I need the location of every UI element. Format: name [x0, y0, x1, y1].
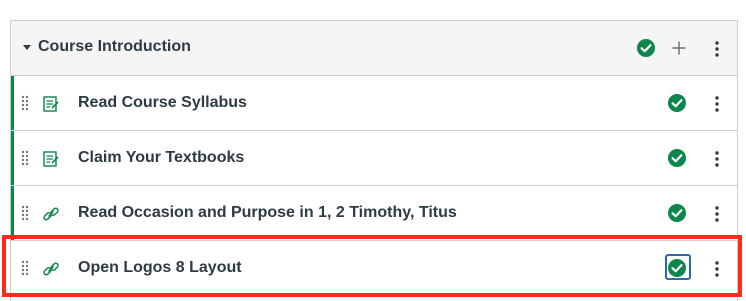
link-icon — [43, 262, 59, 276]
item-title[interactable]: Claim Your Textbooks — [78, 149, 244, 167]
published-check-icon[interactable] — [668, 204, 686, 222]
published-indicator-bar — [11, 76, 14, 130]
published-check-icon[interactable] — [637, 39, 655, 57]
drag-handle-icon[interactable] — [21, 260, 29, 276]
published-indicator-bar — [11, 186, 14, 240]
plus-icon[interactable] — [670, 39, 688, 57]
kebab-menu-icon[interactable] — [714, 206, 720, 222]
module-item[interactable]: Read Course Syllabus — [11, 76, 737, 131]
kebab-menu-icon[interactable] — [714, 151, 720, 167]
drag-handle-icon[interactable] — [21, 95, 29, 111]
item-title[interactable]: Read Occasion and Purpose in 1, 2 Timoth… — [78, 204, 457, 222]
kebab-menu-icon[interactable] — [714, 41, 720, 57]
module-item[interactable]: Open Logos 8 Layout — [11, 241, 737, 296]
item-title[interactable]: Read Course Syllabus — [78, 94, 247, 112]
published-check-icon[interactable] — [668, 149, 686, 167]
kebab-menu-icon[interactable] — [714, 261, 720, 277]
assignment-icon — [43, 151, 59, 167]
module-header[interactable]: Course Introduction — [11, 21, 737, 76]
module-item[interactable]: Read Occasion and Purpose in 1, 2 Timoth… — [11, 186, 737, 241]
link-icon — [43, 207, 59, 221]
published-indicator-bar — [11, 131, 14, 185]
published-check-icon[interactable] — [668, 94, 686, 112]
drag-handle-icon[interactable] — [21, 205, 29, 221]
module-title: Course Introduction — [38, 38, 191, 55]
caret-down-icon[interactable] — [22, 42, 32, 52]
drag-handle-icon[interactable] — [21, 150, 29, 166]
item-title[interactable]: Open Logos 8 Layout — [78, 259, 242, 277]
assignment-icon — [43, 96, 59, 112]
kebab-menu-icon[interactable] — [714, 96, 720, 112]
publish-button-focus-ring — [665, 254, 691, 280]
module-item[interactable]: Claim Your Textbooks — [11, 131, 737, 186]
module-course-introduction: Course Introduction Read Course Syllabus — [10, 20, 738, 301]
